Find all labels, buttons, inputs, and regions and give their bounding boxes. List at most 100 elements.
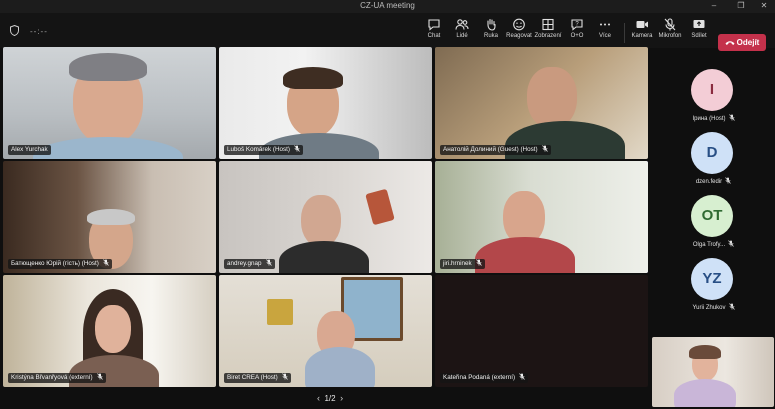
avatar: YZ (691, 258, 733, 300)
chat-button[interactable]: Chat (419, 18, 449, 46)
microphone-button[interactable]: Mikrofon (655, 18, 685, 46)
participant-label: Yurii Zhukov (652, 303, 775, 311)
chat-label: Chat (427, 33, 441, 39)
camera-icon (636, 21, 648, 28)
participant-name: Olga Trofy... (692, 242, 726, 248)
video-tile[interactable]: Luboš Komárek (Host) (219, 47, 432, 159)
video-grid: Alex Yurchak Luboš Komárek (Host) Анатол… (3, 47, 649, 387)
raise-hand-button[interactable]: Ruka (476, 18, 506, 46)
participant-name: Батющенко Юрій (гість) (Host) (11, 260, 99, 267)
participant-shirt (279, 241, 369, 273)
video-tile[interactable]: andrey.gnap (219, 161, 432, 273)
title-bar: CZ-UA meeting – ❐ ✕ (0, 0, 775, 13)
restore-icon[interactable]: ❐ (729, 0, 753, 13)
participant-avatar-item[interactable]: YZ Yurii Zhukov (652, 258, 775, 320)
more-label: Více (598, 33, 611, 39)
participant-name: Kateřina Podaná (externí) (443, 374, 516, 381)
grid-view-icon (542, 18, 554, 31)
mic-muted-icon (475, 259, 482, 266)
camera-button[interactable]: Kamera (627, 18, 657, 46)
participant-label: Ірина (Host) (652, 114, 775, 122)
qa-button[interactable]: ? O+O (562, 18, 592, 46)
mic-muted-icon (103, 259, 109, 266)
participant-nametag: jiri.hrninek (440, 259, 485, 269)
participant-hair (283, 67, 343, 89)
raise-hand-icon (487, 18, 496, 31)
video-tile[interactable]: Анатолій Долиний (Guest) (Host) (435, 47, 648, 159)
avatar: OT (691, 195, 733, 237)
participant-name: Yurii Zhukov (692, 305, 726, 311)
mic-muted-icon (728, 303, 735, 310)
participant-shirt (674, 379, 736, 407)
smiley-icon (513, 18, 525, 31)
participant-name: Alex Yurchak (11, 146, 48, 153)
shield-icon (10, 25, 19, 36)
minimize-icon[interactable]: – (702, 0, 726, 13)
video-tile-active[interactable]: jiri.hrninek (435, 161, 648, 273)
qa-label: O+O (570, 33, 584, 39)
raise-hand-label: Ruka (483, 33, 498, 39)
video-tile[interactable]: Kateřina Podaná (externí) (435, 275, 648, 387)
toolbar-divider (624, 23, 625, 43)
chevron-right-icon[interactable]: › (336, 391, 348, 405)
share-label: Sdílet (691, 33, 707, 39)
participant-nametag: Alex Yurchak (8, 145, 51, 155)
close-icon[interactable]: ✕ (752, 0, 775, 13)
question-icon: ? (571, 19, 583, 31)
participant-hair (689, 345, 721, 359)
participant-avatar-item[interactable]: D dzen.fedir (652, 132, 775, 194)
microphone-label: Mikrofon (658, 33, 682, 39)
more-button[interactable]: Více (590, 18, 620, 46)
mic-muted-icon (265, 259, 272, 266)
participant-nametag: Luboš Komárek (Host) (224, 145, 303, 155)
video-tile[interactable]: Alex Yurchak (3, 47, 216, 159)
mic-muted-icon (281, 373, 288, 380)
self-view-video[interactable] (652, 337, 774, 407)
mic-muted-icon (728, 114, 735, 121)
view-label: Zobrazení (534, 33, 562, 39)
participant-nametag: andrey.gnap (224, 259, 275, 269)
video-tile[interactable]: Батющенко Юрій (гість) (Host) (3, 161, 216, 273)
participant-name: dzen.fedir (695, 179, 723, 185)
page-indicator: 1/2 (324, 394, 336, 403)
leave-label: Odejít (736, 38, 760, 47)
view-button[interactable]: Zobrazení (533, 18, 563, 46)
participant-name: Luboš Komárek (Host) (227, 146, 290, 153)
mic-muted-icon (728, 240, 734, 247)
participant-nametag: Kateřina Podaná (externí) (440, 373, 529, 383)
participant-face (301, 195, 341, 247)
participant-avatar-item[interactable]: I Ірина (Host) (652, 69, 775, 131)
mic-muted-icon (294, 145, 300, 152)
page-navigation: ‹ 1/2 › (300, 391, 360, 405)
share-button[interactable]: Sdílet (684, 18, 714, 46)
video-background (435, 275, 648, 387)
participant-name: jiri.hrninek (443, 260, 472, 267)
participant-nametag: Анатолій Долиний (Guest) (Host) (440, 145, 551, 155)
chevron-left-icon[interactable]: ‹ (312, 391, 324, 405)
participant-avatar-item[interactable]: OT Olga Trofy... (652, 195, 775, 257)
mic-muted-icon (519, 373, 525, 380)
avatar: D (691, 132, 733, 174)
participant-nametag: Kristýna Břvanřyová (externí) (8, 373, 106, 383)
react-button[interactable]: Reagovat (504, 18, 534, 46)
participant-nametag: Biret CREA (Host) (224, 373, 291, 383)
video-tile[interactable]: Biret CREA (Host) (219, 275, 432, 387)
more-icon (600, 23, 610, 26)
participant-face (95, 305, 131, 353)
participant-hair (87, 209, 135, 225)
phone-hangup-icon (725, 41, 735, 45)
mic-muted-icon (725, 177, 731, 184)
mic-muted-icon (541, 145, 548, 152)
video-tile[interactable]: Kristýna Břvanřyová (externí) (3, 275, 216, 387)
chat-icon (428, 19, 440, 31)
participant-shirt (305, 347, 375, 387)
share-icon (693, 20, 705, 28)
mic-off-icon (664, 18, 676, 31)
people-button[interactable]: Lidé (447, 18, 477, 46)
participant-name: Ірина (Host) (692, 116, 726, 122)
participant-sidebar: I Ірина (Host) D dzen.fedir OT Olga Trof… (652, 47, 775, 337)
participant-hair (69, 53, 147, 81)
meeting-timer: --:-- (30, 27, 48, 36)
participant-face (527, 67, 577, 129)
meeting-toolbar: --:-- Chat Lidé Ruka Reagovat Zobrazení … (0, 13, 775, 51)
